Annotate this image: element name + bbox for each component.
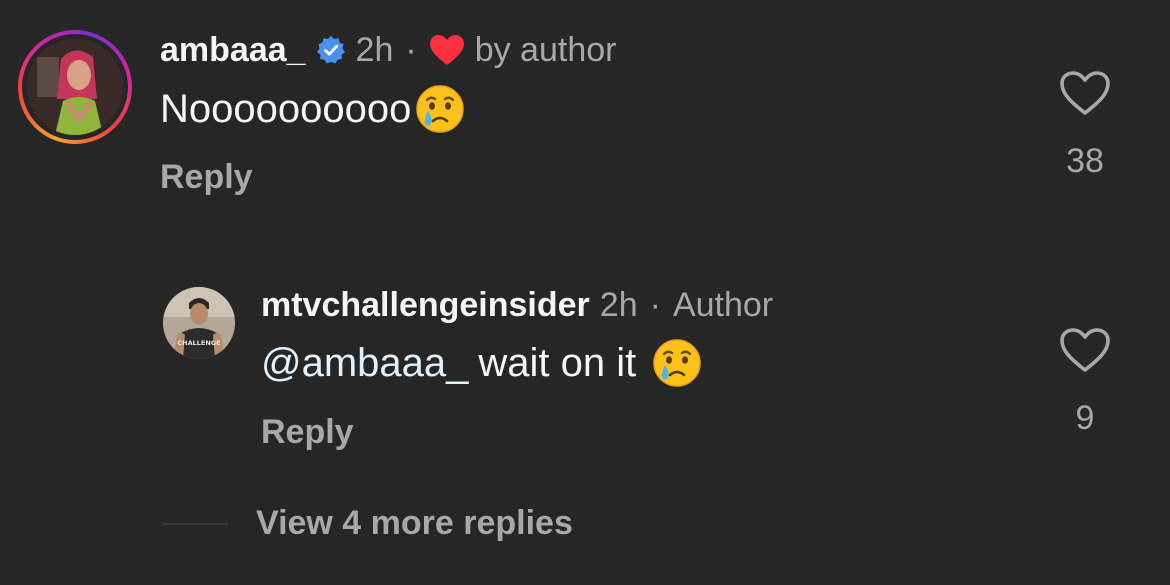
story-avatar-ring[interactable] [18, 30, 132, 144]
reply-button[interactable]: Reply [160, 158, 253, 197]
comment-text: Noooooooooo [160, 84, 465, 134]
crying-face-emoji-icon [415, 84, 465, 134]
mention-link[interactable]: @ambaaa_ [261, 341, 468, 386]
like-heart-icon[interactable] [1059, 327, 1111, 373]
comment-body: wait on it [478, 340, 637, 385]
view-more-divider [162, 523, 228, 525]
avatar [27, 39, 123, 135]
liked-by-author-heart-icon [429, 34, 465, 66]
liked-by-author-label: by author [474, 30, 617, 69]
avatar[interactable]: CHALLENGE [163, 287, 235, 359]
reply-button[interactable]: Reply [261, 413, 354, 452]
verified-badge-icon [316, 35, 346, 65]
username[interactable]: ambaaa_ [160, 31, 306, 70]
like-heart-icon[interactable] [1059, 70, 1111, 116]
timestamp: 2h [355, 30, 394, 69]
comment-header: ambaaa_ 2h · by author [160, 28, 616, 72]
separator-dot: · [649, 285, 661, 324]
separator-dot: · [405, 30, 417, 69]
author-label: Author [672, 285, 774, 324]
view-more-replies-button[interactable]: View 4 more replies [256, 504, 573, 543]
crying-face-emoji-icon [652, 338, 702, 388]
like-count: 9 [1075, 399, 1095, 437]
avatar-shirt-text: CHALLENGE [177, 339, 220, 347]
comment-body: Noooooooooo [160, 86, 412, 131]
comment-text: @ambaaa_ wait on it [261, 338, 702, 388]
timestamp: 2h [599, 285, 638, 324]
like-count: 38 [1066, 142, 1104, 180]
comment-header: mtvchallengeinsider 2h · Author [261, 283, 773, 327]
username[interactable]: mtvchallengeinsider [261, 286, 590, 325]
